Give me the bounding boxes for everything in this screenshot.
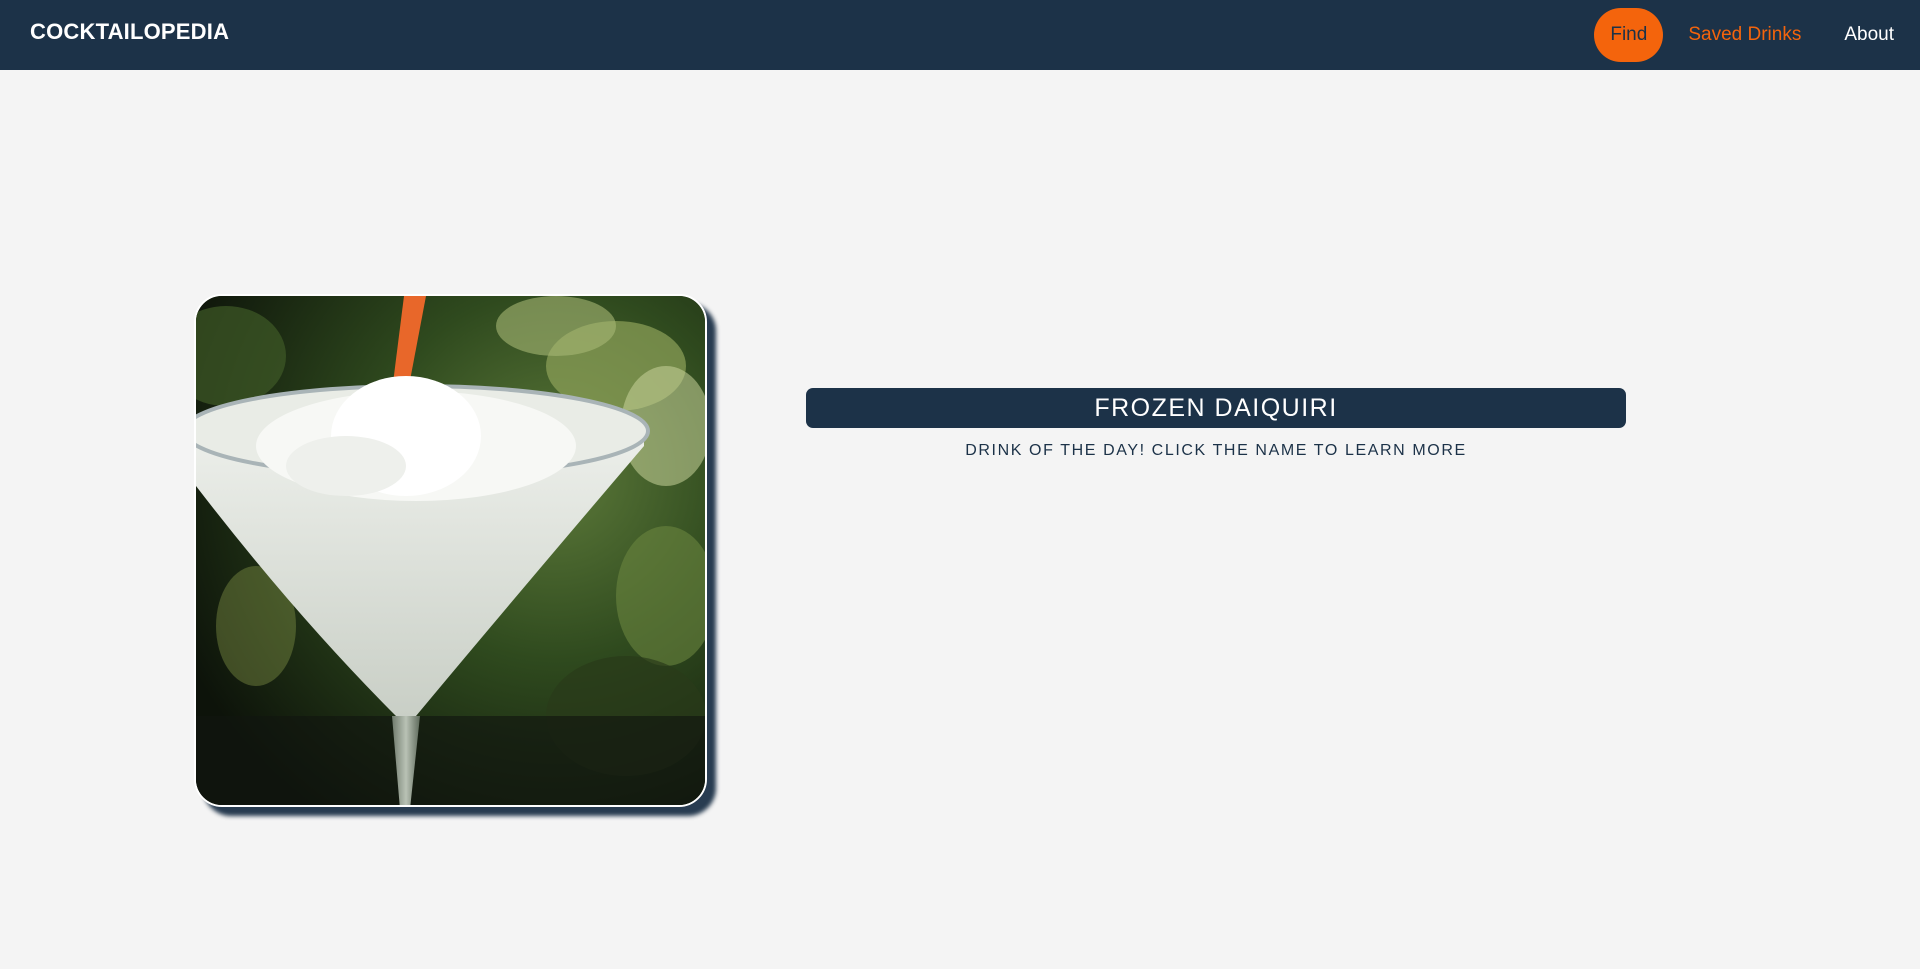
navbar: COCKTAILOPEDIA Find Saved Drinks About xyxy=(0,0,1920,70)
frozen-daiquiri-photo xyxy=(196,296,705,805)
brand-logo[interactable]: COCKTAILOPEDIA xyxy=(30,19,229,45)
nav-about-link[interactable]: About xyxy=(1844,24,1894,46)
drink-image xyxy=(194,294,707,807)
nav-saved-drinks-link[interactable]: Saved Drinks xyxy=(1688,24,1801,46)
nav-links: Find Saved Drinks About xyxy=(1594,0,1920,70)
nav-find-button[interactable]: Find xyxy=(1594,8,1664,62)
drink-of-the-day-title[interactable]: FROZEN DAIQUIRI xyxy=(806,388,1626,428)
drink-of-the-day-subtitle: DRINK OF THE DAY! CLICK THE NAME TO LEAR… xyxy=(965,442,1467,459)
